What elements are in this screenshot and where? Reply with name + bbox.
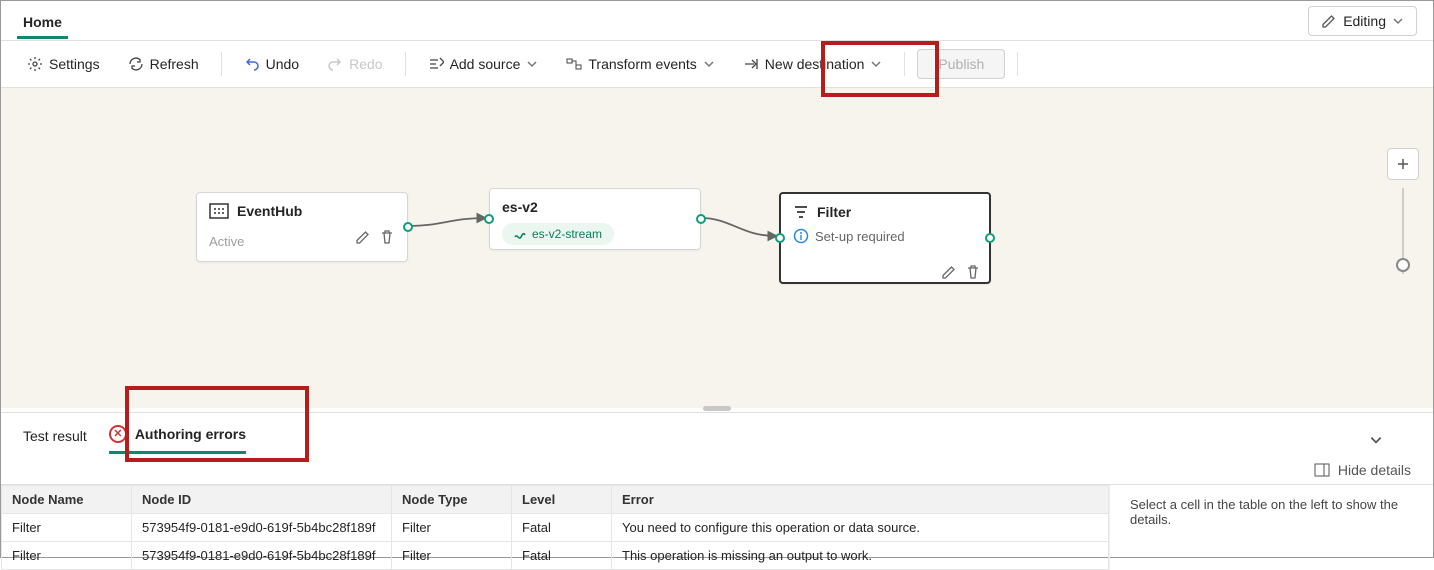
col-error[interactable]: Error	[612, 486, 1109, 514]
chevron-down-icon[interactable]	[1369, 433, 1383, 447]
hide-details-button[interactable]: Hide details	[1314, 462, 1411, 478]
tab-test-result[interactable]: Test result	[23, 428, 87, 452]
destination-icon	[743, 56, 759, 72]
settings-button[interactable]: Settings	[17, 50, 110, 78]
node-filter[interactable]: Filter Set-up required	[779, 192, 991, 284]
undo-button[interactable]: Undo	[234, 50, 309, 78]
toolbar: Settings Refresh Undo Redo Add source Tr…	[1, 41, 1433, 88]
cell-node_id[interactable]: 573954f9-0181-e9d0-619f-5b4bc28f189f	[132, 514, 392, 542]
cell-node_type[interactable]: Filter	[392, 542, 512, 570]
stream-icon	[514, 228, 526, 240]
port-out[interactable]	[696, 214, 706, 224]
panel-icon	[1314, 463, 1330, 477]
cell-node_id[interactable]: 573954f9-0181-e9d0-619f-5b4bc28f189f	[132, 542, 392, 570]
port-in[interactable]	[484, 214, 494, 224]
tab-authoring-errors[interactable]: ✕ Authoring errors	[109, 425, 246, 454]
port-out[interactable]	[985, 233, 995, 243]
refresh-label: Refresh	[150, 56, 199, 72]
cell-node_name[interactable]: Filter	[2, 514, 132, 542]
undo-label: Undo	[266, 56, 299, 72]
zoom-in-button[interactable]	[1387, 148, 1419, 180]
undo-icon	[244, 56, 260, 72]
transform-icon	[566, 56, 582, 72]
stream-label: es-v2-stream	[532, 227, 602, 241]
port-in[interactable]	[775, 233, 785, 243]
redo-label: Redo	[349, 56, 382, 72]
filter-icon	[793, 204, 809, 220]
redo-icon	[327, 56, 343, 72]
cell-node_name[interactable]: Filter	[2, 542, 132, 570]
transform-events-button[interactable]: Transform events	[556, 50, 724, 78]
add-source-button[interactable]: Add source	[418, 50, 549, 78]
detail-pane: Select a cell in the table on the left t…	[1109, 485, 1433, 570]
node-eventhub-status: Active	[209, 234, 244, 249]
chevron-down-icon	[526, 58, 538, 70]
settings-label: Settings	[49, 56, 100, 72]
new-destination-button[interactable]: New destination	[733, 50, 893, 78]
publish-button[interactable]: Publish	[917, 49, 1005, 79]
table-row[interactable]: Filter573954f9-0181-e9d0-619f-5b4bc28f18…	[2, 542, 1109, 570]
pencil-icon[interactable]	[941, 264, 957, 280]
separator	[904, 52, 905, 76]
tab-home[interactable]: Home	[17, 6, 68, 39]
stream-chip[interactable]: es-v2-stream	[502, 223, 614, 245]
node-esv2[interactable]: es-v2 es-v2-stream	[489, 188, 701, 250]
add-source-label: Add source	[450, 56, 521, 72]
chevron-down-icon	[703, 58, 715, 70]
cell-level[interactable]: Fatal	[512, 514, 612, 542]
node-eventhub-title: EventHub	[237, 203, 302, 219]
tab-authoring-errors-label: Authoring errors	[135, 426, 246, 442]
zoom-thumb[interactable]	[1396, 258, 1410, 272]
col-node-name[interactable]: Node Name	[2, 486, 132, 514]
port-out[interactable]	[403, 222, 413, 232]
separator	[405, 52, 406, 76]
col-level[interactable]: Level	[512, 486, 612, 514]
destination-label: New destination	[765, 56, 865, 72]
editing-mode-label: Editing	[1343, 13, 1386, 29]
transform-label: Transform events	[588, 56, 696, 72]
col-node-id[interactable]: Node ID	[132, 486, 392, 514]
bottom-panel: Test result ✕ Authoring errors Hide deta…	[1, 412, 1433, 570]
pencil-icon	[1321, 13, 1337, 29]
cell-error[interactable]: This operation is missing an output to w…	[612, 542, 1109, 570]
plus-icon	[1396, 157, 1410, 171]
trash-icon[interactable]	[379, 229, 395, 245]
editing-mode-dropdown[interactable]: Editing	[1308, 6, 1417, 36]
node-esv2-title: es-v2	[502, 199, 538, 215]
pencil-icon[interactable]	[355, 229, 371, 245]
cell-node_type[interactable]: Filter	[392, 514, 512, 542]
chevron-down-icon	[1392, 15, 1404, 27]
canvas[interactable]: EventHub Active es-v2 es-v2-stream Filte…	[1, 88, 1433, 408]
eventhub-icon	[209, 203, 229, 219]
zoom-slider[interactable]	[1402, 188, 1404, 274]
cell-error[interactable]: You need to configure this operation or …	[612, 514, 1109, 542]
refresh-icon	[128, 56, 144, 72]
redo-button[interactable]: Redo	[317, 50, 392, 78]
chevron-down-icon	[870, 58, 882, 70]
node-filter-status: Set-up required	[815, 229, 905, 244]
add-source-icon	[428, 56, 444, 72]
node-filter-title: Filter	[817, 204, 851, 220]
trash-icon[interactable]	[965, 264, 981, 280]
separator	[221, 52, 222, 76]
table-row[interactable]: Filter573954f9-0181-e9d0-619f-5b4bc28f18…	[2, 514, 1109, 542]
cell-level[interactable]: Fatal	[512, 542, 612, 570]
gear-icon	[27, 56, 43, 72]
refresh-button[interactable]: Refresh	[118, 50, 209, 78]
info-icon	[793, 228, 809, 244]
errors-table: Node Name Node ID Node Type Level Error …	[1, 485, 1109, 570]
node-eventhub[interactable]: EventHub Active	[196, 192, 408, 262]
separator	[1017, 52, 1018, 76]
error-icon: ✕	[109, 425, 127, 443]
hide-details-label: Hide details	[1338, 462, 1411, 478]
panel-splitter[interactable]	[1, 408, 1433, 412]
table-header-row: Node Name Node ID Node Type Level Error	[2, 486, 1109, 514]
col-node-type[interactable]: Node Type	[392, 486, 512, 514]
